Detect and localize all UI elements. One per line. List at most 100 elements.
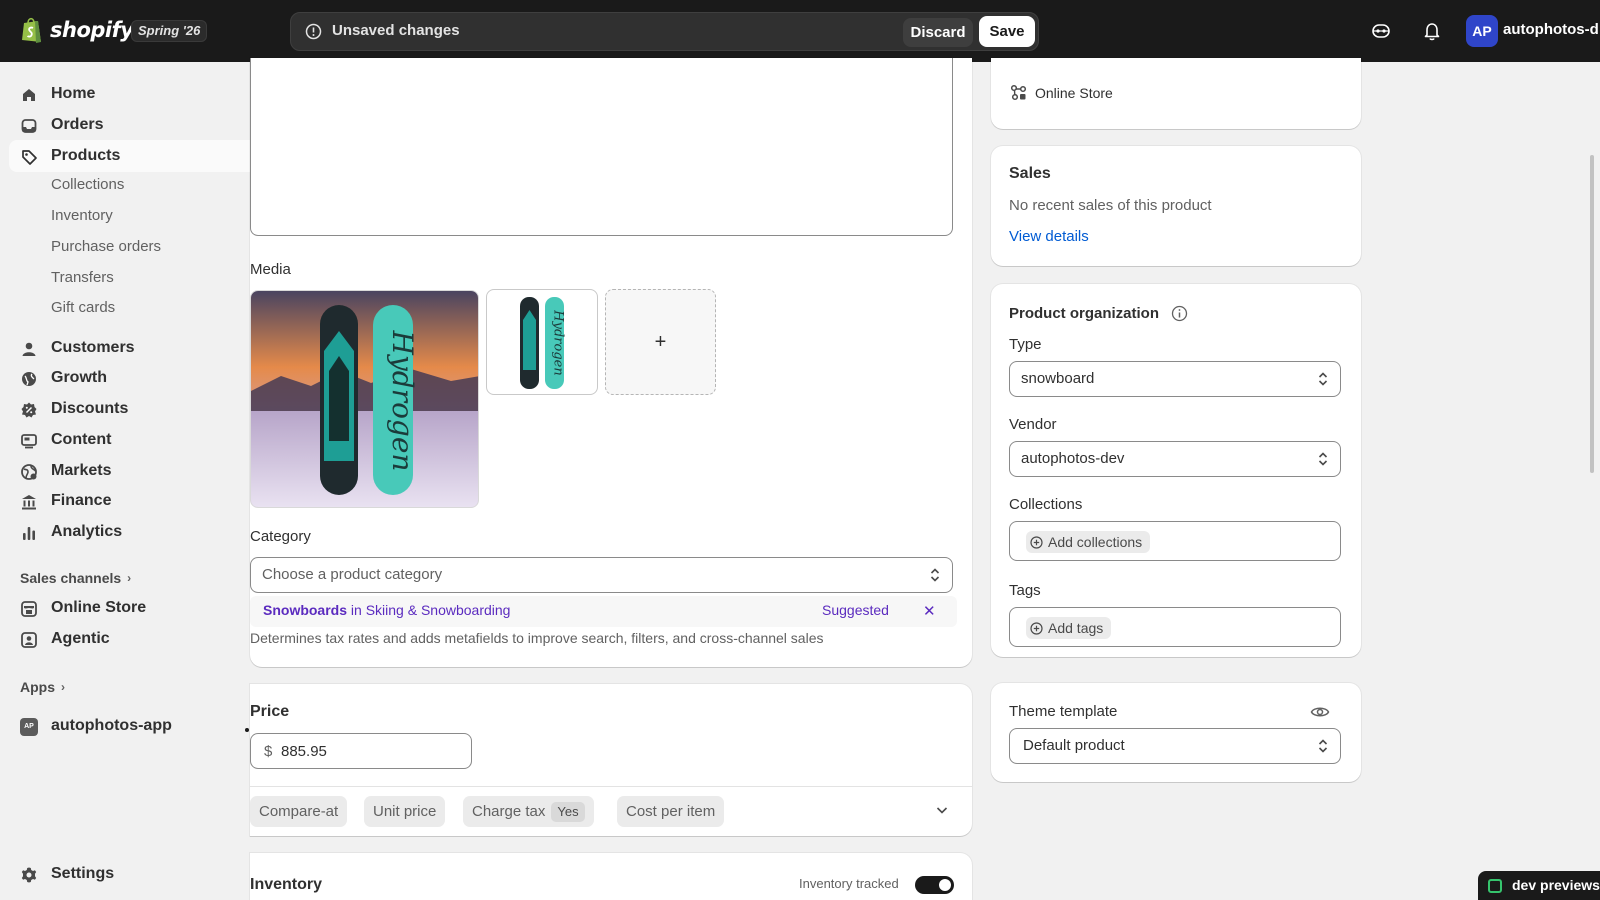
charge-tax-value: Yes bbox=[551, 802, 585, 822]
info-icon[interactable] bbox=[1171, 305, 1188, 322]
sidebar-item-label: Growth bbox=[51, 369, 107, 386]
category-suggestion[interactable]: Snowboards in Skiing & Snowboarding Sugg… bbox=[250, 596, 957, 627]
page-scrollbar[interactable] bbox=[1590, 155, 1594, 473]
dismiss-suggestion-icon[interactable]: ✕ bbox=[923, 602, 936, 620]
description-editor[interactable] bbox=[250, 58, 953, 236]
suggestion-path: Skiing & Snowboarding bbox=[365, 602, 511, 618]
gear-icon bbox=[21, 867, 37, 883]
sidebar-item-label: autophotos-app bbox=[51, 717, 172, 734]
media-label: Media bbox=[250, 261, 291, 278]
sidebar-item-home[interactable]: Home bbox=[9, 78, 250, 110]
collections-field[interactable]: Add collections bbox=[1009, 521, 1341, 561]
sales-title: Sales bbox=[1009, 165, 1051, 182]
sidebar-item-markets[interactable]: Markets bbox=[9, 455, 250, 487]
compare-at-chip[interactable]: Compare-at bbox=[250, 796, 348, 827]
suggestion-category: Snowboards bbox=[263, 602, 348, 618]
avatar[interactable]: AP bbox=[1466, 15, 1498, 47]
sidebar-item-analytics[interactable]: Analytics bbox=[9, 516, 250, 548]
sidebar-subitem-transfers[interactable]: Transfers bbox=[51, 269, 114, 286]
sidebar-item-label: Agentic bbox=[51, 630, 110, 647]
apps-heading[interactable]: Apps › bbox=[20, 679, 65, 695]
publishing-channel: Online Store bbox=[1035, 85, 1113, 101]
sidebar-item-content[interactable]: Content bbox=[9, 424, 250, 456]
cost-per-item-chip[interactable]: Cost per item bbox=[617, 796, 725, 827]
sidebar-item-finance[interactable]: Finance bbox=[9, 485, 250, 517]
inventory-tracked-toggle[interactable] bbox=[915, 876, 954, 894]
account-name[interactable]: autophotos-d bbox=[1503, 21, 1599, 38]
sidebar-item-label: Markets bbox=[51, 462, 112, 479]
tags-field[interactable]: Add tags bbox=[1009, 607, 1341, 647]
price-input[interactable]: $ 885.95 bbox=[250, 733, 472, 769]
type-select[interactable]: snowboard bbox=[1009, 361, 1341, 397]
theme-template-select[interactable]: Default product bbox=[1009, 728, 1341, 764]
add-collections-chip[interactable]: Add collections bbox=[1026, 531, 1151, 553]
top-bar: shopify Spring '26 Unsaved changes Disca… bbox=[0, 0, 1600, 62]
sidebar-item-products[interactable]: Products bbox=[9, 140, 250, 172]
discard-button[interactable]: Discard bbox=[903, 18, 973, 47]
sidebar-item-settings[interactable]: Settings bbox=[9, 858, 250, 890]
store-icon bbox=[21, 601, 37, 617]
media-image-secondary[interactable]: Hydrogen bbox=[486, 289, 598, 395]
category-help-text: Determines tax rates and adds metafields… bbox=[250, 630, 824, 646]
product-organization-title: Product organization bbox=[1009, 305, 1159, 322]
add-collections-label: Add collections bbox=[1048, 534, 1143, 550]
svg-text:Hydrogen: Hydrogen bbox=[551, 309, 566, 375]
media-image-primary[interactable]: Hydrogen bbox=[250, 290, 479, 508]
sales-channels-heading[interactable]: Sales channels › bbox=[20, 570, 131, 586]
sidebar-subitem-inventory[interactable]: Inventory bbox=[51, 207, 113, 224]
snowboard-photo: Hydrogen bbox=[251, 291, 478, 507]
divider bbox=[250, 786, 972, 787]
version-badge: Spring '26 bbox=[131, 20, 208, 42]
category-label: Category bbox=[250, 528, 311, 545]
discount-icon bbox=[21, 402, 37, 418]
app-icon: AP bbox=[20, 718, 38, 736]
sidebar-item-label: Customers bbox=[51, 339, 135, 356]
sales-channels-label: Sales channels bbox=[20, 570, 122, 586]
category-placeholder: Choose a product category bbox=[262, 566, 443, 583]
chevron-down-icon[interactable] bbox=[935, 803, 949, 817]
apps-label: Apps bbox=[20, 679, 55, 695]
save-button[interactable]: Save bbox=[979, 16, 1035, 47]
eye-icon[interactable] bbox=[1310, 704, 1330, 720]
category-select[interactable]: Choose a product category bbox=[250, 557, 953, 593]
sidebar-item-agentic[interactable]: Agentic bbox=[9, 623, 250, 655]
sidekick-icon[interactable] bbox=[1370, 20, 1392, 42]
sidebar-item-orders[interactable]: Orders bbox=[9, 109, 250, 141]
preview-icon bbox=[1488, 879, 1502, 893]
home-icon bbox=[23, 89, 35, 101]
focus-dot bbox=[245, 728, 249, 732]
vendor-select[interactable]: autophotos-dev bbox=[1009, 441, 1341, 477]
sidebar-subitem-gift-cards[interactable]: Gift cards bbox=[51, 299, 115, 316]
markets-icon bbox=[21, 464, 37, 480]
sidebar-subitem-collections[interactable]: Collections bbox=[51, 176, 124, 193]
suggestion-connector: in bbox=[347, 602, 366, 618]
select-arrows-icon bbox=[930, 568, 940, 582]
bell-icon[interactable] bbox=[1421, 20, 1443, 42]
sidebar-subitem-purchase-orders[interactable]: Purchase orders bbox=[51, 238, 161, 255]
add-media-button[interactable]: + bbox=[605, 289, 716, 395]
sidebar-item-online-store[interactable]: Online Store bbox=[9, 592, 250, 624]
type-value: snowboard bbox=[1021, 370, 1095, 387]
sidebar-item-discounts[interactable]: Discounts bbox=[9, 393, 250, 425]
tags-label: Tags bbox=[1009, 582, 1041, 599]
theme-template-title: Theme template bbox=[1009, 703, 1118, 720]
chevron-right-icon: › bbox=[127, 571, 132, 585]
agentic-icon bbox=[21, 632, 37, 648]
sidebar-item-label: Products bbox=[51, 147, 121, 164]
contextual-save-bar: Unsaved changes Discard Save bbox=[290, 12, 1039, 51]
dev-previews-badge[interactable]: dev previews bbox=[1478, 871, 1600, 900]
plus-circle-icon bbox=[1030, 621, 1043, 635]
sidebar-item-label: Analytics bbox=[51, 523, 123, 540]
unit-price-chip[interactable]: Unit price bbox=[364, 796, 446, 827]
sidebar-item-growth[interactable]: Growth bbox=[9, 362, 250, 394]
add-tags-chip[interactable]: Add tags bbox=[1026, 617, 1112, 639]
vendor-value: autophotos-dev bbox=[1021, 450, 1125, 467]
shopify-logo[interactable]: shopify bbox=[20, 16, 134, 44]
sidebar-item-label: Online Store bbox=[51, 599, 147, 616]
brand-name: shopify bbox=[50, 18, 134, 42]
sidebar-item-customers[interactable]: Customers bbox=[9, 332, 250, 364]
view-details-link[interactable]: View details bbox=[1009, 228, 1089, 245]
charge-tax-chip[interactable]: Charge tax Yes bbox=[463, 796, 594, 827]
sales-text: No recent sales of this product bbox=[1009, 197, 1212, 214]
sidebar-item-autophotos-app[interactable]: AP autophotos-app bbox=[9, 710, 250, 742]
